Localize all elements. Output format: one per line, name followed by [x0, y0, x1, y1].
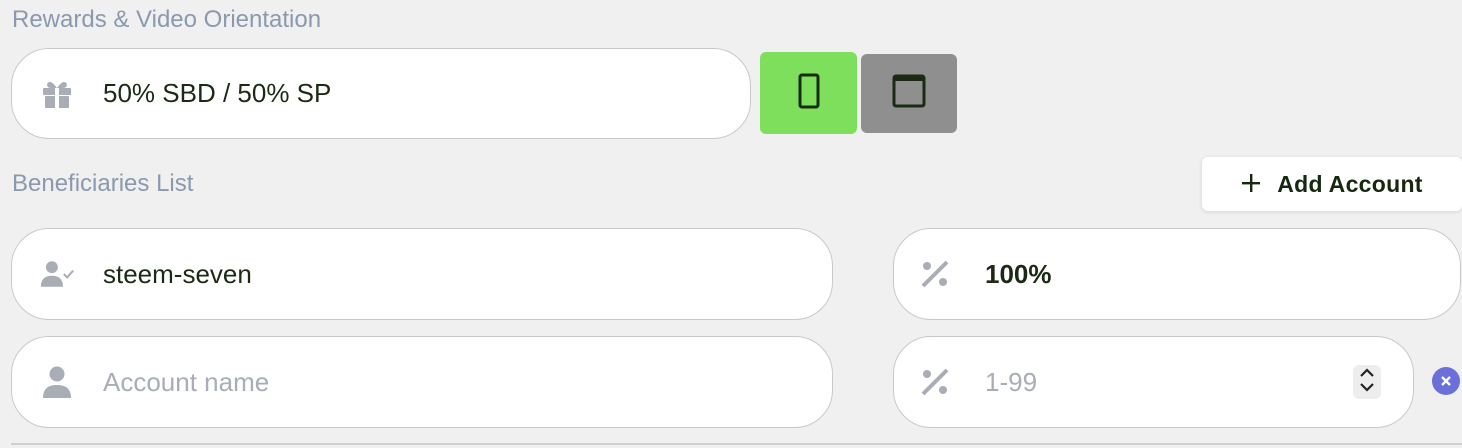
beneficiaries-section-label: Beneficiaries List	[12, 170, 194, 197]
add-account-button[interactable]: Add Account	[1202, 157, 1462, 211]
beneficiary-account-field[interactable]: steem-seven	[11, 228, 833, 320]
beneficiary-percent-value: 100%	[985, 258, 1052, 289]
beneficiary-percent-field[interactable]: 100%	[893, 228, 1461, 320]
landscape-icon	[892, 74, 926, 113]
new-account-input[interactable]: Account name	[11, 336, 833, 428]
add-account-label: Add Account	[1277, 170, 1423, 197]
rewards-select[interactable]: 50% SBD / 50% SP	[11, 48, 751, 139]
percent-icon	[918, 257, 952, 291]
plus-icon	[1241, 169, 1261, 199]
rewards-section-label: Rewards & Video Orientation	[12, 6, 322, 33]
portrait-icon	[797, 73, 821, 114]
user-icon	[40, 365, 74, 399]
close-icon	[1440, 371, 1452, 392]
new-percent-input[interactable]: 1-99	[893, 336, 1414, 428]
beneficiary-account-value: steem-seven	[103, 258, 252, 289]
gift-icon	[40, 77, 74, 111]
rewards-value: 50% SBD / 50% SP	[103, 78, 332, 108]
divider	[11, 443, 1462, 445]
chevron-up-down-icon	[1358, 366, 1376, 399]
percent-placeholder: 1-99	[985, 366, 1038, 397]
account-name-placeholder: Account name	[103, 366, 270, 397]
portrait-orientation-button[interactable]	[760, 52, 857, 134]
percent-icon	[918, 365, 952, 399]
remove-beneficiary-button[interactable]	[1432, 367, 1460, 395]
user-check-icon	[40, 257, 74, 291]
number-stepper[interactable]	[1353, 365, 1381, 399]
landscape-orientation-button[interactable]	[861, 54, 957, 133]
